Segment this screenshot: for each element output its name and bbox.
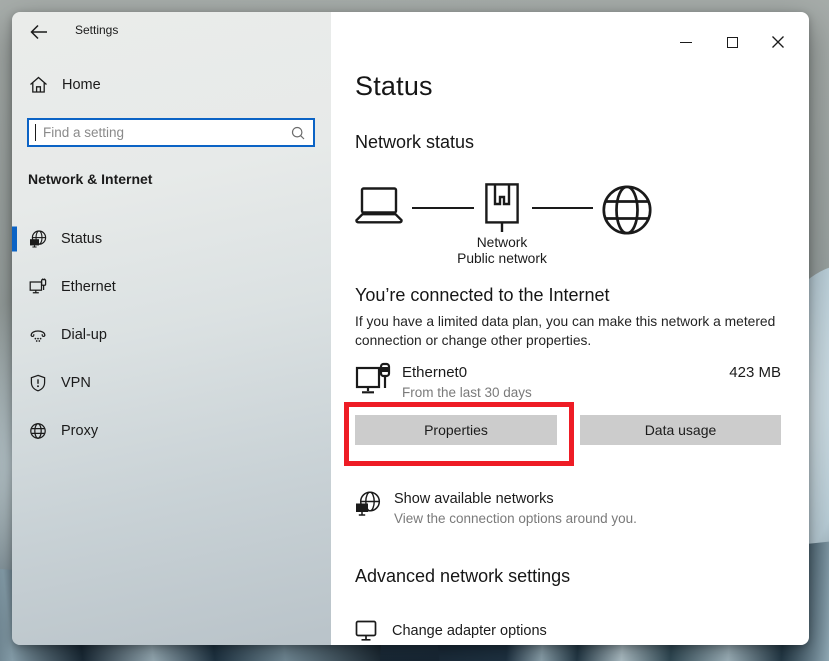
minimize-icon: [680, 42, 692, 43]
diagram-line: [412, 207, 474, 209]
internet-globe-icon: [601, 184, 653, 236]
adapter-texts: Ethernet0 From the last 30 days: [402, 362, 532, 400]
connection-description: If you have a limited data plan, you can…: [355, 312, 795, 350]
maximize-button[interactable]: [709, 29, 755, 55]
diagram-network-type: Public network: [422, 251, 582, 266]
monitor-plug-icon: [29, 278, 47, 296]
diagram-line: [532, 207, 593, 209]
ethernet-connector-icon: [485, 183, 519, 233]
search-icon: [291, 126, 305, 140]
ethernet-adapter-icon: [355, 362, 392, 400]
advanced-settings-heading: Advanced network settings: [355, 566, 570, 587]
sidebar-item-dialup[interactable]: Dial-up: [12, 311, 331, 359]
sidebar: Settings Home Network & Internet: [12, 12, 331, 645]
main-panel: Status Network status: [331, 12, 809, 645]
show-available-networks-item[interactable]: Show available networks View the connect…: [355, 491, 637, 526]
sidebar-item-label: Status: [61, 231, 102, 247]
page-title: Status: [355, 71, 433, 102]
settings-window: Settings Home Network & Internet: [12, 12, 809, 645]
sidebar-item-label: VPN: [61, 375, 91, 391]
properties-button[interactable]: Properties: [355, 415, 557, 445]
adapter-row: Ethernet0 From the last 30 days: [355, 362, 532, 400]
sidebar-item-home[interactable]: Home: [29, 76, 101, 94]
search-box: [27, 118, 315, 147]
diagram-network-label: Network: [422, 235, 582, 250]
search-input[interactable]: [36, 125, 291, 140]
back-arrow-icon: [28, 21, 50, 43]
adapter-period: From the last 30 days: [402, 385, 532, 400]
back-button[interactable]: [28, 21, 50, 43]
sidebar-item-label: Ethernet: [61, 279, 116, 295]
sidebar-item-proxy[interactable]: Proxy: [12, 407, 331, 455]
change-adapter-label: Change adapter options: [392, 623, 547, 639]
close-icon: [771, 35, 785, 49]
monitor-icon: [355, 619, 379, 643]
data-usage-button[interactable]: Data usage: [580, 415, 781, 445]
maximize-icon: [727, 37, 738, 48]
globe-monitor-icon: [29, 230, 47, 248]
adapter-name: Ethernet0: [402, 364, 532, 381]
selected-indicator: [12, 227, 17, 252]
network-diagram: Network Public network: [355, 183, 785, 278]
window-title: Settings: [75, 23, 118, 37]
data-usage-value: 423 MB: [729, 364, 781, 381]
laptop-icon: [355, 187, 403, 225]
phone-handset-icon: [29, 326, 47, 344]
sidebar-item-label: Proxy: [61, 423, 98, 439]
sidebar-item-status[interactable]: Status: [12, 215, 331, 263]
show-networks-subtitle: View the connection options around you.: [394, 511, 637, 526]
minimize-button[interactable]: [663, 29, 709, 55]
show-networks-title: Show available networks: [394, 491, 637, 507]
home-label: Home: [62, 77, 101, 93]
sidebar-item-ethernet[interactable]: Ethernet: [12, 263, 331, 311]
sidebar-item-vpn[interactable]: VPN: [12, 359, 331, 407]
change-adapter-options-item[interactable]: Change adapter options: [355, 619, 547, 643]
shield-icon: [29, 374, 47, 392]
window-controls: [663, 29, 801, 55]
connected-heading: You’re connected to the Internet: [355, 285, 610, 306]
network-status-heading: Network status: [355, 132, 474, 153]
available-networks-icon: [355, 491, 381, 526]
sidebar-item-label: Dial-up: [61, 327, 107, 343]
sidebar-section-heading: Network & Internet: [28, 171, 152, 187]
close-button[interactable]: [755, 29, 801, 55]
globe-icon: [29, 422, 47, 440]
house-icon: [29, 76, 48, 94]
show-networks-texts: Show available networks View the connect…: [394, 491, 637, 526]
